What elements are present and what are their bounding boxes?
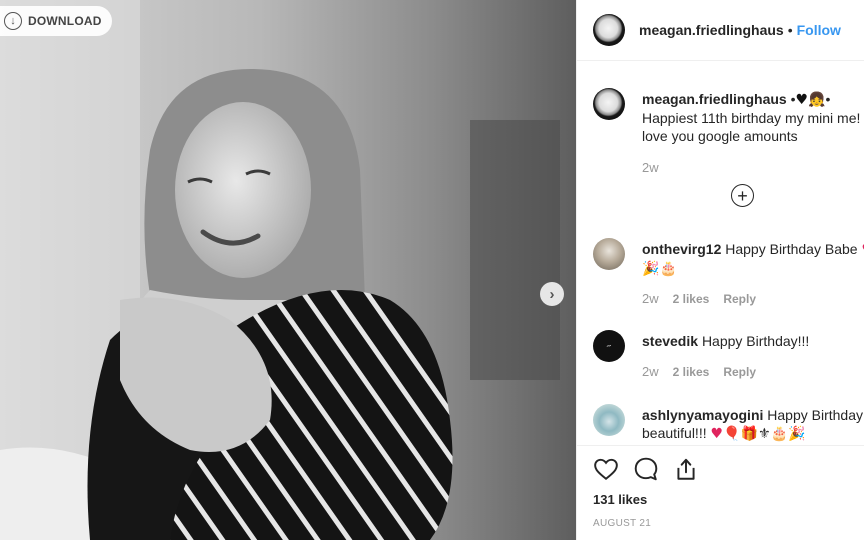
- avatar[interactable]: [593, 238, 625, 270]
- action-bar: 131 likes AUGUST 21: [577, 445, 864, 540]
- cake-icon: 🎂: [770, 426, 788, 442]
- download-button[interactable]: ↓ DOWNLOAD: [0, 6, 112, 36]
- avatar-logo: ~: [605, 341, 613, 351]
- balloon-icon: 🎈: [723, 426, 741, 442]
- post-username[interactable]: meagan.friedlinghaus: [639, 22, 784, 38]
- cake-icon: 🎂: [659, 261, 677, 277]
- comment-icon[interactable]: [633, 456, 659, 482]
- load-more-comments-button[interactable]: +: [731, 184, 754, 207]
- comment-text: Happy Birthday Babe: [725, 241, 858, 257]
- comment-text: Happy Birthday: [767, 407, 863, 423]
- black-heart-icon: ♥: [795, 92, 809, 108]
- post-panel: meagan.friedlinghaus • Follow meagan.fri…: [576, 0, 864, 540]
- party-popper-icon: 🎉: [642, 261, 660, 277]
- fleur-icon: ⚜: [757, 426, 771, 442]
- avatar[interactable]: [593, 14, 625, 46]
- chevron-right-icon: ›: [549, 285, 555, 303]
- post-photo: ↓ DOWNLOAD ›: [0, 0, 576, 540]
- avatar[interactable]: [593, 88, 625, 120]
- avatar[interactable]: ~: [593, 330, 625, 362]
- caption-username[interactable]: meagan.friedlinghaus: [642, 91, 787, 107]
- girl-emoji-icon: 👧: [808, 92, 826, 108]
- reply-button[interactable]: Reply: [723, 365, 756, 379]
- heart-icon: ♥: [710, 426, 724, 442]
- comment-likes[interactable]: 2 likes: [673, 292, 710, 306]
- caption-text-2: love you google amounts: [642, 128, 798, 144]
- likes-count[interactable]: 131 likes: [593, 492, 647, 507]
- separator-dot: •: [787, 22, 793, 38]
- comment-list[interactable]: meagan.friedlinghaus •♥👧• Happiest 11th …: [577, 62, 864, 444]
- comment-username[interactable]: stevedik: [642, 333, 698, 349]
- photo-illustration: [0, 0, 576, 540]
- avatar[interactable]: [593, 404, 625, 436]
- reply-button[interactable]: Reply: [723, 292, 756, 306]
- comment-username[interactable]: ashlynyamayogini: [642, 407, 763, 423]
- comment-text-2: beautiful!!!: [642, 425, 707, 441]
- gift-icon: 🎁: [740, 426, 758, 442]
- heart-icon[interactable]: [593, 456, 619, 482]
- download-icon: ↓: [4, 12, 22, 30]
- comment-timestamp[interactable]: 2w: [642, 291, 659, 306]
- comment-likes[interactable]: 2 likes: [673, 365, 710, 379]
- plus-circle-icon: +: [737, 185, 748, 206]
- caption-emojis: •♥👧•: [790, 91, 831, 108]
- caption-text: Happiest 11th birthday my mini me!: [642, 110, 861, 126]
- share-icon[interactable]: [673, 456, 699, 482]
- caption-timestamp[interactable]: 2w: [642, 160, 659, 175]
- download-label: DOWNLOAD: [28, 14, 102, 28]
- next-photo-button[interactable]: ›: [540, 282, 564, 306]
- comment-text: Happy Birthday!!!: [701, 333, 810, 349]
- post-date[interactable]: AUGUST 21: [593, 518, 651, 529]
- follow-button[interactable]: Follow: [797, 22, 841, 38]
- comment-timestamp[interactable]: 2w: [642, 364, 659, 379]
- comment-username[interactable]: onthevirg12: [642, 241, 721, 257]
- party-popper-icon: 🎉: [787, 426, 806, 442]
- post-header: meagan.friedlinghaus • Follow: [577, 0, 864, 61]
